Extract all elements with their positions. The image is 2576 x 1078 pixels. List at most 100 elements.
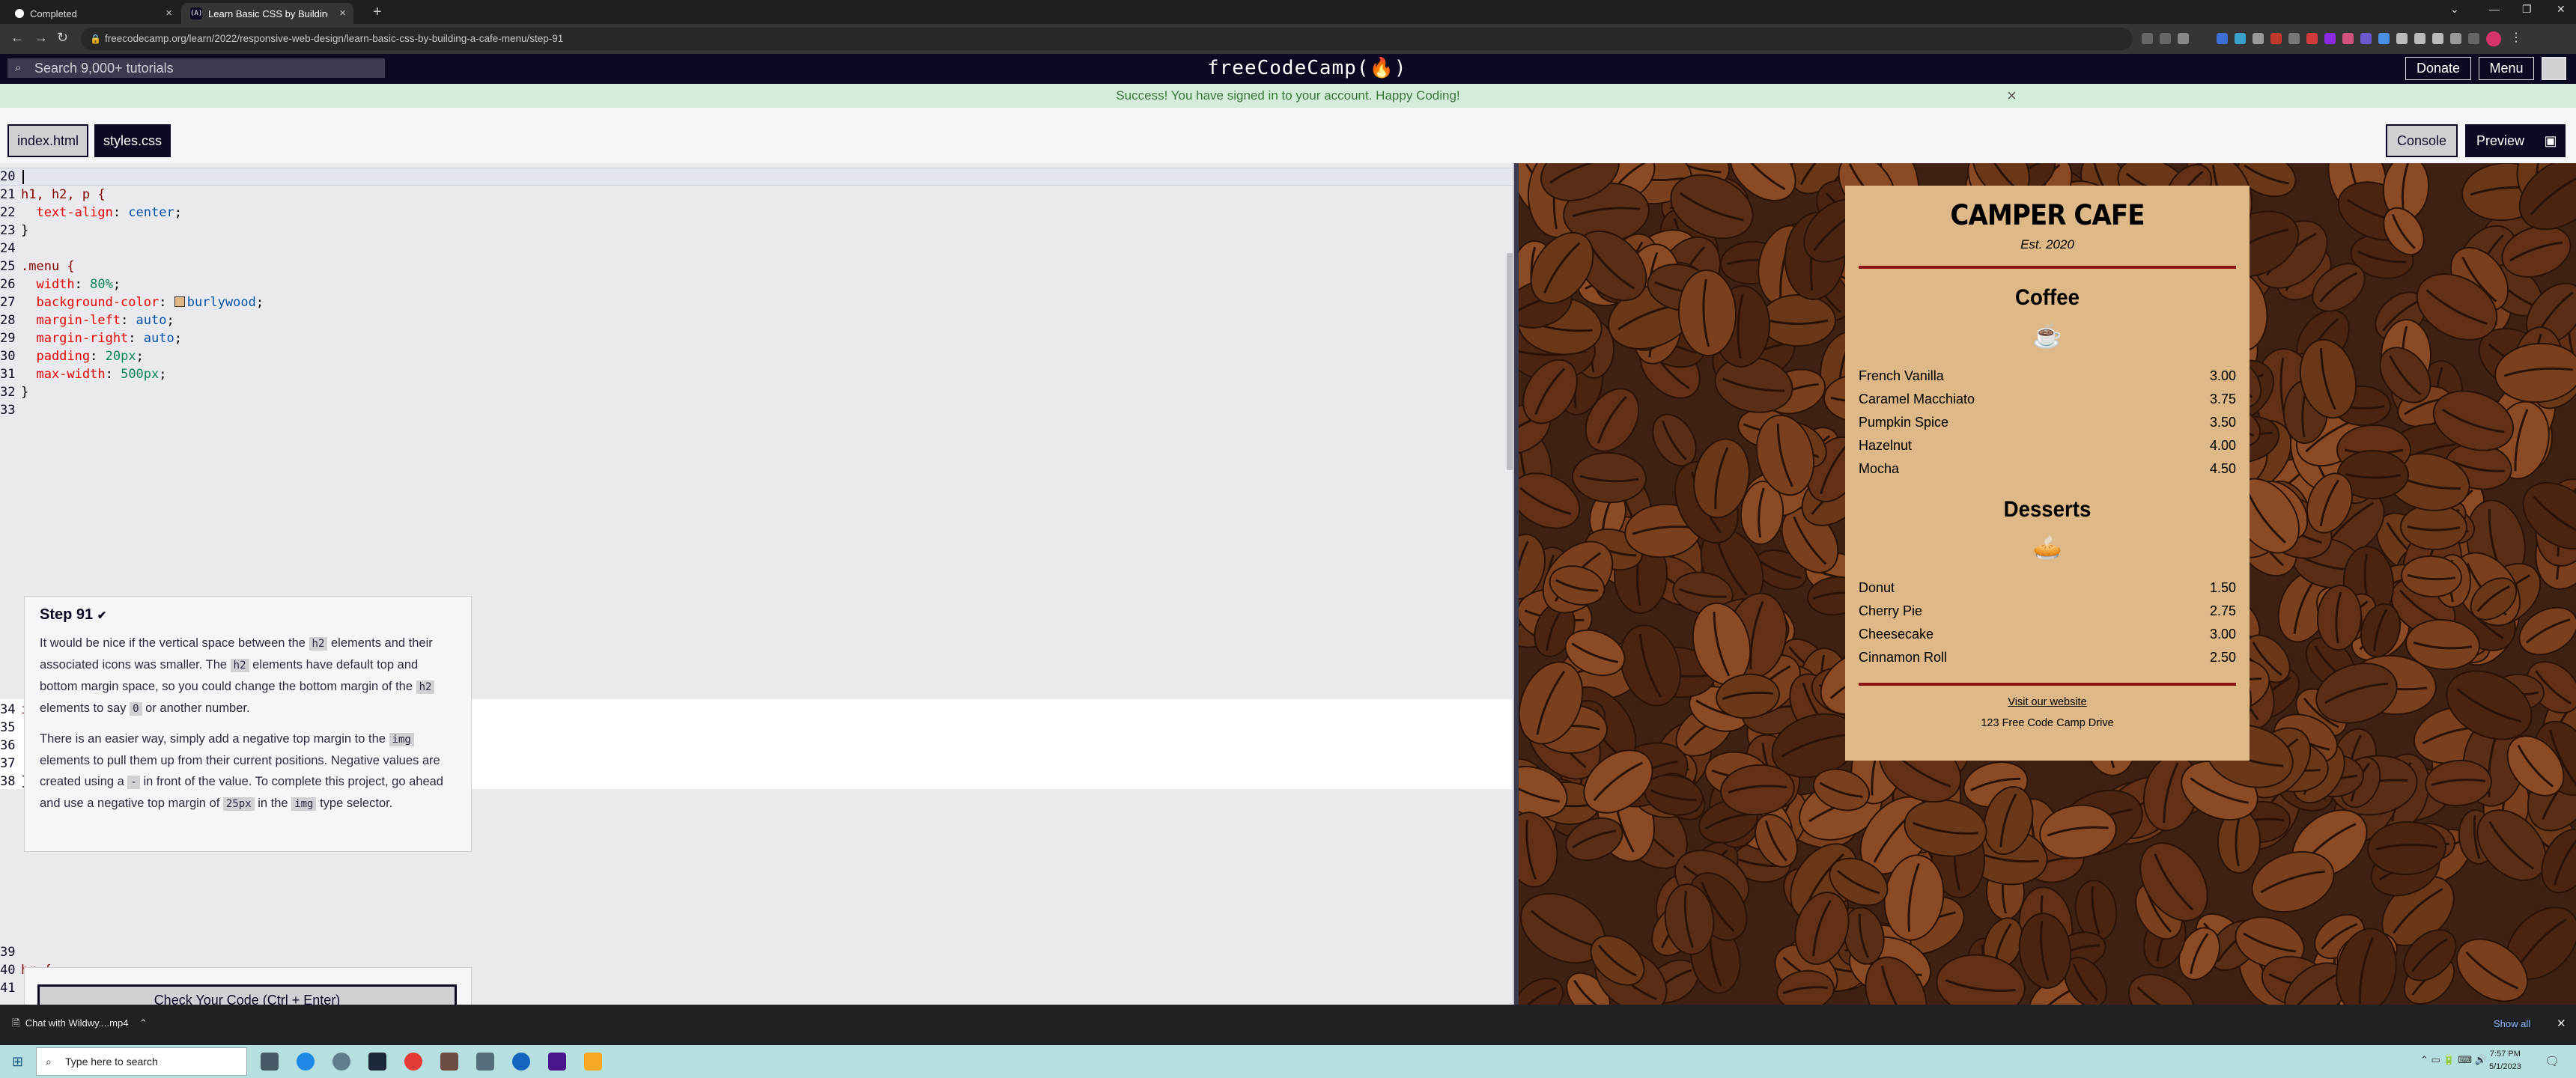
browser-toolbar: ← → ↻ 🔒 freecodecamp.org/learn/2022/resp… bbox=[0, 24, 2576, 54]
inline-code: - bbox=[127, 776, 140, 789]
code-line[interactable]: 32} bbox=[0, 383, 1498, 401]
extension-icon[interactable] bbox=[2396, 33, 2408, 44]
profile-avatar-icon[interactable] bbox=[2486, 31, 2501, 46]
code-token: : bbox=[90, 349, 106, 364]
install-app-icon[interactable] bbox=[2142, 33, 2153, 44]
bookmark-star-icon[interactable] bbox=[2178, 33, 2189, 44]
code-line[interactable]: 26 width: 80%; bbox=[0, 275, 1498, 293]
notifications-icon[interactable]: 🗨 bbox=[2545, 1054, 2560, 1069]
popout-preview-icon[interactable]: ▣ bbox=[2536, 124, 2566, 157]
taskbar-search[interactable]: ⌕ Type here to search bbox=[36, 1047, 247, 1076]
taskbar-search-placeholder: Type here to search bbox=[65, 1056, 158, 1068]
new-tab-icon[interactable]: + bbox=[373, 4, 382, 21]
code-line[interactable]: 24 bbox=[0, 240, 1498, 258]
windows-taskbar: ⊞ ⌕ Type here to search ⌃ ▭ 🔋 ⌨ 🔊 7:57 P… bbox=[0, 1045, 2576, 1078]
color-swatch[interactable] bbox=[174, 296, 185, 307]
code-token: .menu { bbox=[21, 259, 75, 274]
code-editor[interactable]: 20 21 h1, h2, p {22 text-align: center; 23}… bbox=[0, 163, 1514, 1078]
menu-button[interactable]: Menu bbox=[2479, 57, 2534, 80]
code-line[interactable]: 30 padding: 20px; bbox=[0, 347, 1498, 365]
system-tray[interactable]: ⌃ ▭ 🔋 ⌨ 🔊 bbox=[2420, 1054, 2487, 1066]
code-line[interactable]: 28 margin-left: auto; bbox=[0, 311, 1498, 329]
console-button[interactable]: Console bbox=[2386, 124, 2458, 157]
item-name: Pumpkin Spice bbox=[1859, 415, 1949, 430]
line-number: 31 bbox=[0, 367, 16, 382]
extension-icon[interactable] bbox=[2414, 33, 2425, 44]
close-flash-icon[interactable]: × bbox=[2007, 84, 2017, 108]
address-bar[interactable]: 🔒 freecodecamp.org/learn/2022/responsive… bbox=[81, 28, 2133, 50]
code-line[interactable]: 20 bbox=[0, 168, 1498, 186]
reload-icon[interactable]: ↻ bbox=[57, 30, 68, 46]
line-number: 29 bbox=[0, 331, 16, 346]
extension-icon[interactable] bbox=[2378, 33, 2390, 44]
code-line[interactable]: 21 h1, h2, p { bbox=[0, 186, 1498, 204]
app-icon[interactable] bbox=[440, 1053, 458, 1071]
app-icon[interactable] bbox=[512, 1053, 530, 1071]
code-line[interactable]: 39 bbox=[0, 943, 1498, 961]
download-item[interactable]: 🗎 Chat with Wildwy....mp4 ⌃ bbox=[12, 1017, 148, 1033]
code-line[interactable]: 31 max-width: 500px; bbox=[0, 365, 1498, 383]
browser-tab-fcc[interactable]: (A) Learn Basic CSS by Building a Ca × bbox=[181, 3, 353, 24]
forward-icon[interactable]: → bbox=[34, 30, 48, 46]
tab-search-icon[interactable]: ⌄ bbox=[2450, 3, 2459, 16]
est-text: Est. 2020 bbox=[2020, 237, 2074, 252]
extension-icon[interactable] bbox=[2306, 33, 2318, 44]
divider bbox=[1859, 266, 2236, 269]
extension-icon[interactable] bbox=[2342, 33, 2354, 44]
website-link[interactable]: Visit our website bbox=[1859, 696, 2236, 708]
code-line[interactable]: 25 .menu { bbox=[0, 258, 1498, 275]
fcc-logo[interactable]: freeCodeCamp(🔥) bbox=[1207, 57, 1407, 79]
tab-index-html[interactable]: index.html bbox=[7, 124, 88, 157]
windows-start-icon[interactable]: ⊞ bbox=[12, 1054, 23, 1070]
steam-icon[interactable] bbox=[368, 1053, 386, 1071]
taskbar-clock[interactable]: 7:57 PM 5/1/2023 bbox=[2489, 1048, 2521, 1074]
extension-icon[interactable] bbox=[2450, 33, 2461, 44]
editor-scrollbar[interactable] bbox=[1507, 253, 1513, 470]
extension-icon[interactable] bbox=[2217, 33, 2228, 44]
show-all-link[interactable]: Show all bbox=[2494, 1018, 2530, 1029]
close-tab-icon[interactable]: × bbox=[339, 7, 346, 19]
item-name: French Vanilla bbox=[1859, 368, 1944, 383]
instruction-text: in the bbox=[254, 797, 292, 810]
close-downloads-icon[interactable]: ✕ bbox=[2557, 1017, 2566, 1030]
code-line[interactable]: 29 margin-right: auto; bbox=[0, 329, 1498, 347]
extension-icon[interactable] bbox=[2288, 33, 2300, 44]
share-icon[interactable] bbox=[2160, 33, 2171, 44]
edge-icon[interactable] bbox=[297, 1053, 315, 1071]
close-tab-icon[interactable]: × bbox=[165, 7, 172, 19]
extension-icon[interactable] bbox=[2270, 33, 2282, 44]
user-avatar[interactable] bbox=[2542, 57, 2566, 80]
chrome-icon[interactable] bbox=[404, 1053, 422, 1071]
app-icon[interactable] bbox=[332, 1053, 350, 1071]
code-line[interactable]: 23} bbox=[0, 222, 1498, 240]
preview-button[interactable]: Preview bbox=[2465, 124, 2536, 157]
code-token: width bbox=[21, 277, 75, 292]
item-price: 4.00 bbox=[2209, 438, 2236, 453]
extension-icon[interactable] bbox=[2360, 33, 2372, 44]
dreamweaver-icon[interactable] bbox=[548, 1053, 566, 1071]
code-line[interactable]: 22 text-align: center; bbox=[0, 204, 1498, 222]
extension-icon[interactable] bbox=[2253, 33, 2264, 44]
extensions-puzzle-icon[interactable] bbox=[2432, 33, 2443, 44]
code-line[interactable]: 33 bbox=[0, 401, 1498, 419]
side-panel-icon[interactable] bbox=[2468, 33, 2479, 44]
donate-button[interactable]: Donate bbox=[2405, 57, 2471, 80]
minimize-icon[interactable]: — bbox=[2489, 3, 2500, 15]
menu-item: Cinnamon Roll 2.50 bbox=[1859, 646, 2236, 669]
file-explorer-icon[interactable] bbox=[584, 1053, 602, 1071]
inline-code: h2 bbox=[309, 637, 328, 651]
extension-icon[interactable] bbox=[2324, 33, 2336, 44]
search-icon: ⌕ bbox=[46, 1056, 52, 1068]
chevron-up-icon[interactable]: ⌃ bbox=[139, 1017, 148, 1029]
maximize-icon[interactable]: ❐ bbox=[2522, 3, 2532, 16]
task-view-icon[interactable] bbox=[261, 1053, 279, 1071]
code-line[interactable]: 27 background-color: burlywood; bbox=[0, 293, 1498, 311]
browser-menu-icon[interactable]: ⋮ bbox=[2510, 30, 2522, 44]
back-icon[interactable]: ← bbox=[10, 30, 24, 46]
browser-tab-completed[interactable]: Completed × bbox=[6, 3, 180, 24]
extension-icon[interactable] bbox=[2235, 33, 2246, 44]
search-input[interactable]: ⌕ Search 9,000+ tutorials bbox=[7, 58, 385, 78]
close-window-icon[interactable]: ✕ bbox=[2557, 3, 2566, 16]
app-icon[interactable] bbox=[476, 1053, 494, 1071]
tab-styles-css[interactable]: styles.css bbox=[94, 124, 171, 157]
